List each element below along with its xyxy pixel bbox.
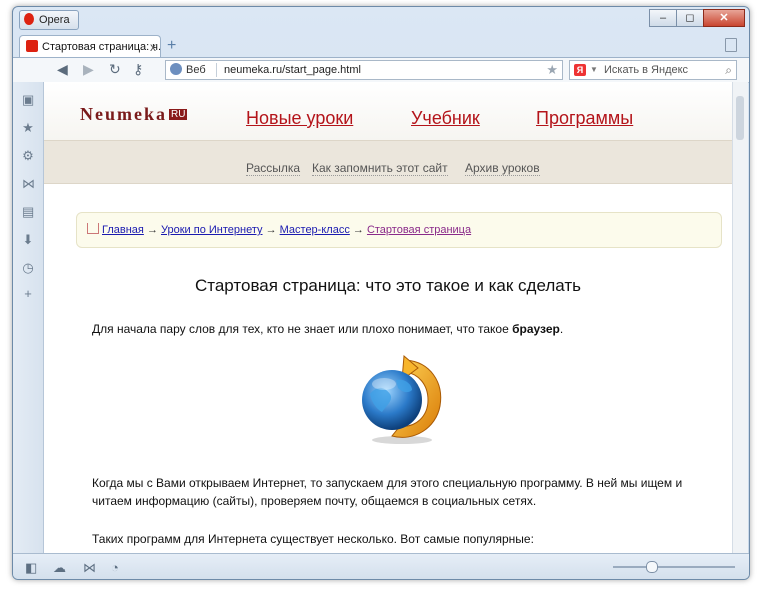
search-placeholder[interactable]: Искать в Яндекс	[604, 61, 688, 79]
tab-close-icon[interactable]: x	[150, 36, 156, 58]
site-logo-suffix: RU	[169, 109, 188, 120]
intro-bold-term: браузер	[512, 322, 560, 336]
reload-icon[interactable]: ↻	[109, 61, 121, 78]
breadcrumb-separator: →	[352, 224, 364, 236]
scrollbar-thumb[interactable]	[736, 96, 744, 140]
unite-icon[interactable]: ⋈	[22, 177, 35, 190]
nav-programs[interactable]: Программы	[536, 108, 633, 129]
unite-status-icon[interactable]: ⋈	[83, 560, 96, 576]
close-window-button[interactable]: ✕	[703, 9, 745, 27]
article-title: Стартовая страница: что это такое и как …	[194, 276, 581, 295]
intro-end: .	[559, 322, 564, 336]
breadcrumb-separator: →	[265, 224, 277, 236]
star-icon[interactable]: ★	[22, 121, 34, 134]
breadcrumb-start-page[interactable]: Стартовая страница	[367, 224, 471, 236]
nav-new-lessons[interactable]: Новые уроки	[246, 108, 353, 129]
nav-tutorial[interactable]: Учебник	[411, 108, 480, 129]
maximize-button[interactable]: ◻	[676, 9, 704, 27]
opera-logo-icon	[24, 13, 34, 25]
subnav-remember-site[interactable]: Как запомнить этот сайт	[312, 161, 448, 176]
window-controls: – ◻ ✕	[649, 9, 745, 27]
tab-title: Стартовая страница: ч...	[42, 41, 161, 53]
address-mode-label: Веб	[186, 64, 206, 76]
navigation-bar: ◀ ▶ ↻ ⚷ Веб neumeka.ru/start_page.html ★…	[13, 57, 749, 83]
vertical-scrollbar[interactable]	[732, 82, 748, 553]
tab-start-page[interactable]: Стартовая страница: ч... x	[19, 35, 161, 58]
home-icon	[87, 223, 99, 234]
new-tab-button[interactable]: +	[167, 37, 176, 55]
site-subnav: Рассылка Как запомнить этот сайт Архив у…	[44, 140, 732, 184]
history-clock-icon[interactable]: ◷	[22, 261, 34, 274]
panel-toggle-icon[interactable]: ◧	[25, 560, 37, 576]
notes-icon[interactable]: ▤	[22, 205, 34, 218]
paragraph-3: Таких программ для Интернета существует …	[92, 532, 534, 546]
closed-tabs-trash-icon[interactable]	[725, 38, 737, 52]
breadcrumb-internet-lessons[interactable]: Уроки по Интернету	[161, 224, 263, 236]
subnav-lesson-archive[interactable]: Архив уроков	[465, 161, 540, 176]
address-separator	[216, 63, 217, 77]
intro-text: Для начала пару слов для тех, кто не зна…	[92, 322, 513, 336]
key-icon[interactable]: ⚷	[133, 61, 143, 78]
minimize-button[interactable]: –	[649, 9, 677, 27]
search-icon[interactable]: ⌕	[725, 61, 732, 79]
breadcrumb-master-class[interactable]: Мастер-класс	[280, 224, 350, 236]
paragraph-2: Когда мы с Вами открываем Интернет, то з…	[92, 476, 683, 508]
search-engine-dropdown-icon[interactable]: ▼	[590, 61, 598, 79]
tab-favicon-icon	[26, 40, 38, 52]
bookmarks-icon[interactable]: ▣	[22, 93, 34, 106]
address-bar[interactable]: Веб neumeka.ru/start_page.html ★	[165, 60, 563, 80]
zoom-slider-knob[interactable]	[646, 561, 658, 573]
search-field[interactable]: Я ▼ Искать в Яндекс ⌕	[569, 60, 737, 80]
turbo-cloud-icon[interactable]: ☁	[53, 560, 66, 576]
breadcrumb-home[interactable]: Главная	[102, 224, 144, 236]
browser-globe-icon	[362, 354, 442, 444]
sidebar-panel: ▣ ★ ⚙ ⋈ ▤ ⬇ ◷ +	[13, 82, 44, 553]
web-page: Neumeka RU Новые уроки Учебник Программы …	[44, 82, 732, 553]
browser-window: Opera – ◻ ✕ Стартовая страница: ч... x +…	[12, 6, 750, 580]
opera-menu-button[interactable]: Opera	[19, 10, 79, 30]
gear-icon[interactable]: ⚙	[22, 149, 34, 162]
breadcrumb-separator: →	[146, 224, 158, 236]
opera-menu-label: Opera	[39, 14, 70, 26]
site-header: Neumeka RU Новые уроки Учебник Программы	[44, 82, 732, 140]
site-logo-text: Neumeka	[80, 104, 167, 124]
intro-paragraph: Для начала пару слов для тех, кто не зна…	[92, 320, 716, 338]
back-arrow-icon[interactable]: ◀	[57, 61, 68, 78]
speed-gauge-icon[interactable]: ◔	[111, 560, 119, 575]
zoom-slider[interactable]	[613, 561, 735, 573]
yandex-icon: Я	[574, 64, 586, 76]
url-text[interactable]: neumeka.ru/start_page.html	[224, 61, 361, 79]
downloads-icon[interactable]: ⬇	[22, 233, 34, 246]
forward-arrow-icon[interactable]: ▶	[83, 61, 94, 78]
add-panel-icon[interactable]: +	[22, 287, 34, 300]
status-bar: ◧ ☁ ⋈ ◔	[13, 553, 749, 579]
breadcrumb: Главная → Уроки по Интернету → Мастер-кл…	[76, 212, 722, 248]
subnav-newsletter[interactable]: Рассылка	[246, 161, 301, 176]
bookmark-star-icon[interactable]: ★	[546, 61, 558, 79]
globe-icon	[170, 63, 182, 75]
site-logo[interactable]: Neumeka RU	[80, 104, 188, 125]
